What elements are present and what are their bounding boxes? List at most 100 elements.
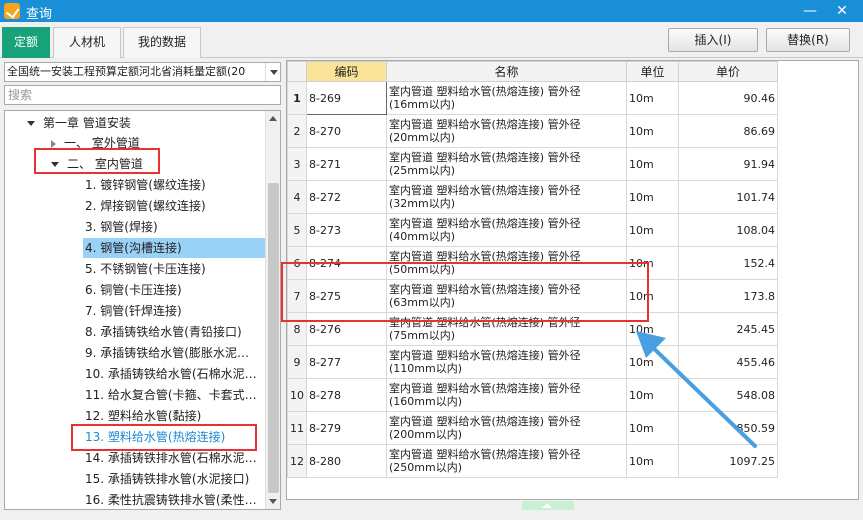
table-header-row: 编码 名称 单位 单价: [287, 61, 778, 82]
table-row[interactable]: 2 8-270 室内管道 塑料给水管(热熔连接) 管外径 (20mm以内) 10m 86.…: [287, 114, 778, 148]
row-name: 室内管道 塑料给水管(热熔连接) 管外径 (110mm以内): [386, 345, 627, 379]
row-number: 4: [287, 180, 307, 214]
row-code[interactable]: 8-269: [306, 81, 387, 115]
row-name-line: 室内管道 塑料给水管(热熔连接) 管外径: [389, 184, 581, 197]
row-code[interactable]: 8-272: [306, 180, 387, 214]
row-price: 91.94: [678, 147, 778, 181]
row-name-line: 室内管道 塑料给水管(热熔连接) 管外径: [389, 85, 581, 98]
row-name-spec: (75mm以内): [389, 329, 456, 342]
annotation-arrow: [636, 331, 757, 448]
row-name-spec: (250mm以内): [389, 461, 463, 474]
minimize-icon[interactable]: —: [798, 1, 822, 21]
tree-item[interactable]: 12. 塑料给水管(黏接): [85, 406, 201, 426]
row-price: 108.04: [678, 213, 778, 247]
row-code[interactable]: 8-278: [306, 378, 387, 412]
row-name: 室内管道 塑料给水管(热熔连接) 管外径 (200mm以内): [386, 411, 627, 445]
scroll-down-icon[interactable]: [266, 494, 280, 509]
tab-materials[interactable]: 人材机: [53, 27, 121, 58]
row-name-line: 室内管道 塑料给水管(热熔连接) 管外径: [389, 118, 581, 131]
tree-scrollbar[interactable]: [265, 111, 280, 509]
window-title: 查询: [26, 7, 53, 22]
tree-item[interactable]: 3. 钢管(焊接): [85, 217, 158, 237]
app-logo-icon: [4, 3, 20, 19]
row-code[interactable]: 8-270: [306, 114, 387, 148]
tree-item[interactable]: 11. 给水复合管(卡箍、卡套式…: [85, 385, 257, 405]
row-name: 室内管道 塑料给水管(热熔连接) 管外径 (25mm以内): [386, 147, 627, 181]
replace-button[interactable]: 替换(R): [766, 28, 850, 52]
annotation-box-indoor-pipe: [34, 148, 160, 174]
header-row-number: [287, 61, 307, 82]
tab-quota[interactable]: 定额: [2, 27, 50, 58]
scroll-up-icon[interactable]: [266, 111, 280, 126]
annotation-box-row-7: [281, 262, 649, 322]
tab-my-data[interactable]: 我的数据: [123, 27, 201, 58]
tree-item[interactable]: 15. 承插铸铁排水管(水泥接口): [85, 469, 249, 489]
row-name: 室内管道 塑料给水管(热熔连接) 管外径 (16mm以内): [386, 81, 627, 115]
row-name: 室内管道 塑料给水管(热熔连接) 管外径 (250mm以内): [386, 444, 627, 478]
table-row[interactable]: 3 8-271 室内管道 塑料给水管(热熔连接) 管外径 (25mm以内) 10m 91.…: [287, 147, 778, 181]
tree-item[interactable]: 14. 承插铸铁排水管(石棉水泥…: [85, 448, 257, 468]
title-bar: 查询 — ✕: [0, 0, 863, 22]
row-price: 86.69: [678, 114, 778, 148]
row-number: 9: [287, 345, 307, 379]
table-row[interactable]: 1 8-269 室内管道 塑料给水管(热熔连接) 管外径 (16mm以内) 10m 90.…: [287, 81, 778, 115]
tree-chapter-1[interactable]: 第一章 管道安装: [27, 113, 131, 133]
row-name-line: 室内管道 塑料给水管(热熔连接) 管外径: [389, 382, 581, 395]
tree-item[interactable]: 5. 不锈钢管(卡压连接): [85, 259, 206, 279]
row-name-line: 室内管道 塑料给水管(热熔连接) 管外径: [389, 217, 581, 230]
tree-item[interactable]: 9. 承插铸铁给水管(膨胀水泥…: [85, 343, 249, 363]
tree-item[interactable]: 2. 焊接钢管(螺纹连接): [85, 196, 206, 216]
row-code[interactable]: 8-280: [306, 444, 387, 478]
expand-icon[interactable]: [51, 139, 56, 148]
row-unit: 10m: [626, 147, 679, 181]
row-number: 5: [287, 213, 307, 247]
close-icon[interactable]: ✕: [830, 1, 854, 21]
bottom-strip: [286, 501, 859, 520]
tree-item[interactable]: 6. 铜管(卡压连接): [85, 280, 182, 300]
tree-item[interactable]: 8. 承插铸铁给水管(青铅接口): [85, 322, 242, 342]
annotation-box-plastic-pipe: [71, 424, 257, 451]
header-price[interactable]: 单价: [678, 61, 778, 82]
dataset-select[interactable]: 全国统一安装工程预算定额河北省消耗量定额(20: [4, 62, 281, 82]
row-unit: 10m: [626, 114, 679, 148]
row-name-line: 室内管道 塑料给水管(热熔连接) 管外径: [389, 415, 581, 428]
header-code[interactable]: 编码: [306, 61, 387, 82]
table-row[interactable]: 5 8-273 室内管道 塑料给水管(热熔连接) 管外径 (40mm以内) 10m 108…: [287, 213, 778, 247]
row-number: 1: [287, 81, 307, 115]
row-unit: 10m: [626, 81, 679, 115]
row-name: 室内管道 塑料给水管(热熔连接) 管外径 (20mm以内): [386, 114, 627, 148]
search-placeholder: 搜索: [8, 88, 33, 102]
row-name-spec: (110mm以内): [389, 362, 463, 375]
scrollbar-thumb[interactable]: [268, 183, 279, 493]
row-code[interactable]: 8-279: [306, 411, 387, 445]
row-name-line: 室内管道 塑料给水管(热熔连接) 管外径: [389, 349, 581, 362]
row-name-spec: (16mm以内): [389, 98, 456, 111]
row-name-line: 室内管道 塑料给水管(热熔连接) 管外径: [389, 448, 581, 461]
row-number: 2: [287, 114, 307, 148]
row-name-spec: (200mm以内): [389, 428, 463, 441]
header-unit[interactable]: 单位: [626, 61, 679, 82]
panel-toggle-grip[interactable]: [522, 501, 574, 510]
tree-item[interactable]: 10. 承插铸铁给水管(石棉水泥…: [85, 364, 257, 384]
collapse-icon[interactable]: [27, 121, 35, 126]
arrow-shaft: [643, 338, 757, 448]
tree-item[interactable]: 1. 镀锌钢管(螺纹连接): [85, 175, 206, 195]
row-unit: 10m: [626, 213, 679, 247]
row-name: 室内管道 塑料给水管(热熔连接) 管外径 (40mm以内): [386, 213, 627, 247]
row-number: 3: [287, 147, 307, 181]
header-name[interactable]: 名称: [386, 61, 627, 82]
row-code[interactable]: 8-277: [306, 345, 387, 379]
row-name-line: 室内管道 塑料给水管(热熔连接) 管外径: [389, 151, 581, 164]
table-row[interactable]: 4 8-272 室内管道 塑料给水管(热熔连接) 管外径 (32mm以内) 10m 101…: [287, 180, 778, 214]
search-input[interactable]: 搜索: [4, 85, 281, 105]
tree-item[interactable]: 7. 铜管(钎焊连接): [85, 301, 182, 321]
row-unit: 10m: [626, 180, 679, 214]
row-code[interactable]: 8-273: [306, 213, 387, 247]
row-price: 90.46: [678, 81, 778, 115]
row-price: 152.4: [678, 246, 778, 280]
tree-item-selected[interactable]: 4. 钢管(沟槽连接): [83, 238, 265, 258]
insert-button[interactable]: 插入(I): [668, 28, 758, 52]
tree-item[interactable]: 16. 柔性抗震铸铁排水管(柔性…: [85, 490, 257, 509]
chevron-down-icon[interactable]: [265, 63, 280, 81]
row-code[interactable]: 8-271: [306, 147, 387, 181]
